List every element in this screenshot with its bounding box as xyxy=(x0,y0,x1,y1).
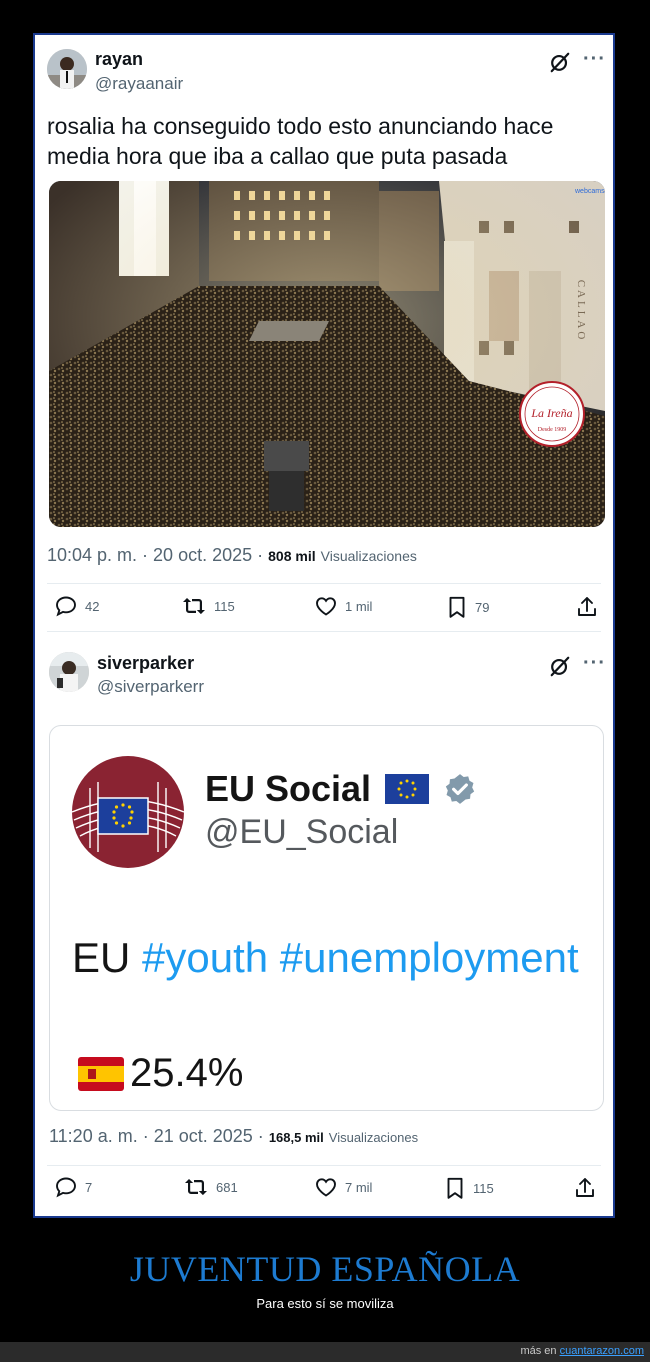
divider xyxy=(47,583,601,584)
card-text-prefix: EU xyxy=(72,934,143,981)
repost-button[interactable]: 115 xyxy=(180,594,235,618)
share-icon xyxy=(576,1178,594,1197)
eu-flag-icon xyxy=(385,774,430,804)
avatar[interactable] xyxy=(47,49,87,89)
like-count: 7 mil xyxy=(345,1179,373,1195)
hashtag-unemployment[interactable]: #unemployment xyxy=(280,934,579,981)
bookmark-button[interactable]: 79 xyxy=(445,594,489,620)
repost-button[interactable]: 681 xyxy=(182,1175,238,1199)
hashtag-youth[interactable]: #youth xyxy=(142,934,268,981)
like-count: 1 mil xyxy=(345,598,373,614)
share-button[interactable] xyxy=(575,594,599,620)
watermark-subtext: Desde 1909 xyxy=(538,427,567,433)
reply-count: 42 xyxy=(85,598,100,614)
bookmark-button[interactable]: 115 xyxy=(443,1175,494,1201)
source-text: más en cuantarazon.com xyxy=(520,1345,644,1357)
eu-social-logo xyxy=(72,756,184,868)
share-icon xyxy=(578,597,596,616)
repost-icon xyxy=(185,1179,207,1195)
bookmark-count: 79 xyxy=(475,599,490,615)
card-text: EU #youth #unemployment xyxy=(72,934,579,982)
card-stat-row: 25.4% xyxy=(78,1051,243,1096)
cam-label: webcams xyxy=(574,188,605,195)
tweet-1: rayan @rayaanair ··· rosalia ha consegui… xyxy=(35,35,613,635)
card-name: EU Social xyxy=(205,768,372,809)
view-count: 168,5 mil xyxy=(268,1130,324,1145)
bookmark-icon xyxy=(449,596,465,618)
avatar[interactable] xyxy=(49,652,89,692)
meme-title: JUVENTUD ESPAÑOLA xyxy=(129,1249,521,1289)
user-name[interactable]: rayan xyxy=(95,49,143,70)
source-link[interactable]: cuantarazon.com xyxy=(560,1345,644,1357)
divider xyxy=(47,631,601,632)
grok-icon[interactable] xyxy=(549,51,571,73)
action-bar: 7 681 7 mil 115 xyxy=(35,1175,613,1205)
bookmark-count: 115 xyxy=(473,1180,494,1196)
meme-subtitle: Para esto sí se moviliza xyxy=(256,1296,394,1311)
more-icon[interactable]: ··· xyxy=(583,652,606,675)
tweet-text: rosalia ha conseguido todo esto anuncian… xyxy=(47,113,554,169)
user-name[interactable]: siverparker xyxy=(97,653,194,674)
like-button[interactable]: 7 mil xyxy=(313,1175,372,1199)
user-handle[interactable]: @rayaanair xyxy=(95,74,183,94)
card-title-row: EU Social xyxy=(205,768,477,810)
views-label: Visualizaciones xyxy=(320,548,417,564)
bookmark-icon xyxy=(447,1177,463,1199)
view-count: 808 mil xyxy=(268,548,316,564)
like-button[interactable]: 1 mil xyxy=(313,594,372,618)
share-button[interactable] xyxy=(573,1175,597,1201)
repost-count: 681 xyxy=(216,1179,238,1195)
card-handle: @EU_Social xyxy=(205,813,399,851)
source-prefix: más en xyxy=(520,1345,560,1357)
divider xyxy=(47,1165,601,1166)
timestamp[interactable]: 11:20 a. m. · 21 oct. 2025 · xyxy=(49,1126,264,1146)
spain-flag-icon xyxy=(78,1056,124,1091)
like-icon xyxy=(316,1178,336,1197)
reply-icon xyxy=(56,1177,76,1198)
like-icon xyxy=(316,597,336,616)
watermark-text: La Ireña xyxy=(530,406,572,420)
screenshot-frame: rayan @rayaanair ··· rosalia ha consegui… xyxy=(33,33,615,1218)
user-handle[interactable]: @siverparkerr xyxy=(97,677,204,697)
more-icon[interactable]: ··· xyxy=(583,48,606,71)
embedded-image-card[interactable]: EU Social @EU_Social EU #youth #unemploy… xyxy=(49,725,604,1111)
views-label: Visualizaciones xyxy=(328,1130,419,1145)
repost-count: 115 xyxy=(214,598,235,614)
source-bar: más en cuantarazon.com xyxy=(0,1342,650,1362)
repost-icon xyxy=(183,598,205,614)
reply-icon xyxy=(56,596,76,617)
tweet-meta: 10:04 p. m. · 20 oct. 2025 · 808 mil Vis… xyxy=(47,545,417,566)
timestamp[interactable]: 10:04 p. m. · 20 oct. 2025 · xyxy=(47,545,263,565)
building-sign: CALLAO xyxy=(575,280,587,343)
tweet-photo[interactable]: La Ireña Desde 1909 CALLAO webcams xyxy=(49,181,605,527)
verified-icon xyxy=(445,774,475,804)
tweet-2: siverparker @siverparkerr ··· EU Social … xyxy=(35,635,613,1220)
grok-icon[interactable] xyxy=(549,655,571,677)
reply-button[interactable]: 42 xyxy=(53,594,99,618)
reply-button[interactable]: 7 xyxy=(53,1175,92,1199)
card-stat-value: 25.4% xyxy=(130,1051,244,1095)
action-bar: 42 115 1 mil 79 xyxy=(35,594,613,624)
reply-count: 7 xyxy=(85,1179,93,1195)
tweet-meta: 11:20 a. m. · 21 oct. 2025 · 168,5 mil V… xyxy=(49,1126,418,1147)
